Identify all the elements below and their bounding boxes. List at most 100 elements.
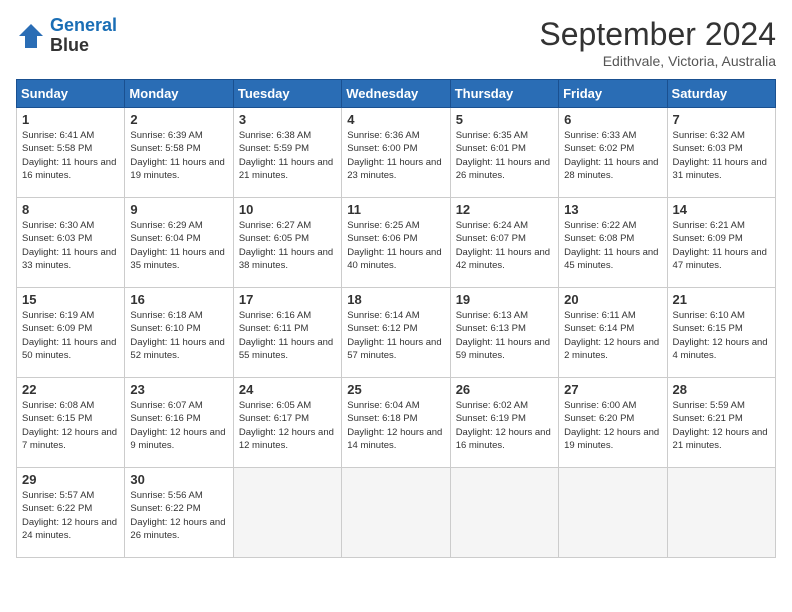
calendar-cell: 20 Sunrise: 6:11 AMSunset: 6:14 PMDaylig… bbox=[559, 288, 667, 378]
calendar-cell: 4 Sunrise: 6:36 AMSunset: 6:00 PMDayligh… bbox=[342, 108, 450, 198]
day-info: Sunrise: 6:21 AMSunset: 6:09 PMDaylight:… bbox=[673, 219, 770, 272]
day-info: Sunrise: 6:08 AMSunset: 6:15 PMDaylight:… bbox=[22, 399, 119, 452]
day-header-saturday: Saturday bbox=[667, 80, 775, 108]
day-info: Sunrise: 6:04 AMSunset: 6:18 PMDaylight:… bbox=[347, 399, 444, 452]
calendar-cell bbox=[667, 468, 775, 558]
calendar-cell: 10 Sunrise: 6:27 AMSunset: 6:05 PMDaylig… bbox=[233, 198, 341, 288]
day-number: 26 bbox=[456, 382, 553, 397]
day-info: Sunrise: 6:05 AMSunset: 6:17 PMDaylight:… bbox=[239, 399, 336, 452]
calendar-cell: 25 Sunrise: 6:04 AMSunset: 6:18 PMDaylig… bbox=[342, 378, 450, 468]
calendar-cell: 30 Sunrise: 5:56 AMSunset: 6:22 PMDaylig… bbox=[125, 468, 233, 558]
day-number: 8 bbox=[22, 202, 119, 217]
page-header: GeneralBlue September 2024 Edithvale, Vi… bbox=[16, 16, 776, 69]
day-info: Sunrise: 6:19 AMSunset: 6:09 PMDaylight:… bbox=[22, 309, 119, 362]
calendar-week-4: 29 Sunrise: 5:57 AMSunset: 6:22 PMDaylig… bbox=[17, 468, 776, 558]
day-header-tuesday: Tuesday bbox=[233, 80, 341, 108]
day-number: 25 bbox=[347, 382, 444, 397]
day-info: Sunrise: 5:56 AMSunset: 6:22 PMDaylight:… bbox=[130, 489, 227, 542]
day-info: Sunrise: 6:30 AMSunset: 6:03 PMDaylight:… bbox=[22, 219, 119, 272]
calendar-cell: 9 Sunrise: 6:29 AMSunset: 6:04 PMDayligh… bbox=[125, 198, 233, 288]
day-number: 15 bbox=[22, 292, 119, 307]
calendar-cell: 18 Sunrise: 6:14 AMSunset: 6:12 PMDaylig… bbox=[342, 288, 450, 378]
day-info: Sunrise: 6:27 AMSunset: 6:05 PMDaylight:… bbox=[239, 219, 336, 272]
calendar-cell: 13 Sunrise: 6:22 AMSunset: 6:08 PMDaylig… bbox=[559, 198, 667, 288]
day-info: Sunrise: 6:36 AMSunset: 6:00 PMDaylight:… bbox=[347, 129, 444, 182]
calendar-cell: 14 Sunrise: 6:21 AMSunset: 6:09 PMDaylig… bbox=[667, 198, 775, 288]
day-info: Sunrise: 6:07 AMSunset: 6:16 PMDaylight:… bbox=[130, 399, 227, 452]
day-info: Sunrise: 6:41 AMSunset: 5:58 PMDaylight:… bbox=[22, 129, 119, 182]
day-number: 27 bbox=[564, 382, 661, 397]
day-number: 9 bbox=[130, 202, 227, 217]
day-info: Sunrise: 6:32 AMSunset: 6:03 PMDaylight:… bbox=[673, 129, 770, 182]
day-number: 23 bbox=[130, 382, 227, 397]
day-number: 1 bbox=[22, 112, 119, 127]
calendar-cell: 23 Sunrise: 6:07 AMSunset: 6:16 PMDaylig… bbox=[125, 378, 233, 468]
calendar-body: 1 Sunrise: 6:41 AMSunset: 5:58 PMDayligh… bbox=[17, 108, 776, 558]
calendar-cell: 24 Sunrise: 6:05 AMSunset: 6:17 PMDaylig… bbox=[233, 378, 341, 468]
day-info: Sunrise: 6:38 AMSunset: 5:59 PMDaylight:… bbox=[239, 129, 336, 182]
day-header-wednesday: Wednesday bbox=[342, 80, 450, 108]
day-info: Sunrise: 6:16 AMSunset: 6:11 PMDaylight:… bbox=[239, 309, 336, 362]
day-number: 13 bbox=[564, 202, 661, 217]
day-number: 4 bbox=[347, 112, 444, 127]
calendar-cell: 11 Sunrise: 6:25 AMSunset: 6:06 PMDaylig… bbox=[342, 198, 450, 288]
day-info: Sunrise: 6:22 AMSunset: 6:08 PMDaylight:… bbox=[564, 219, 661, 272]
day-number: 20 bbox=[564, 292, 661, 307]
calendar-cell: 7 Sunrise: 6:32 AMSunset: 6:03 PMDayligh… bbox=[667, 108, 775, 198]
calendar-week-2: 15 Sunrise: 6:19 AMSunset: 6:09 PMDaylig… bbox=[17, 288, 776, 378]
day-info: Sunrise: 5:57 AMSunset: 6:22 PMDaylight:… bbox=[22, 489, 119, 542]
calendar-cell: 22 Sunrise: 6:08 AMSunset: 6:15 PMDaylig… bbox=[17, 378, 125, 468]
logo-text: GeneralBlue bbox=[50, 16, 117, 56]
calendar-cell: 29 Sunrise: 5:57 AMSunset: 6:22 PMDaylig… bbox=[17, 468, 125, 558]
calendar-cell: 12 Sunrise: 6:24 AMSunset: 6:07 PMDaylig… bbox=[450, 198, 558, 288]
calendar-cell: 3 Sunrise: 6:38 AMSunset: 5:59 PMDayligh… bbox=[233, 108, 341, 198]
day-info: Sunrise: 6:11 AMSunset: 6:14 PMDaylight:… bbox=[564, 309, 661, 362]
calendar-cell bbox=[342, 468, 450, 558]
calendar-week-3: 22 Sunrise: 6:08 AMSunset: 6:15 PMDaylig… bbox=[17, 378, 776, 468]
day-info: Sunrise: 6:13 AMSunset: 6:13 PMDaylight:… bbox=[456, 309, 553, 362]
day-info: Sunrise: 6:29 AMSunset: 6:04 PMDaylight:… bbox=[130, 219, 227, 272]
calendar-cell: 2 Sunrise: 6:39 AMSunset: 5:58 PMDayligh… bbox=[125, 108, 233, 198]
calendar-cell: 1 Sunrise: 6:41 AMSunset: 5:58 PMDayligh… bbox=[17, 108, 125, 198]
day-number: 21 bbox=[673, 292, 770, 307]
day-number: 29 bbox=[22, 472, 119, 487]
calendar-header-row: SundayMondayTuesdayWednesdayThursdayFrid… bbox=[17, 80, 776, 108]
day-number: 12 bbox=[456, 202, 553, 217]
day-header-friday: Friday bbox=[559, 80, 667, 108]
calendar-cell: 17 Sunrise: 6:16 AMSunset: 6:11 PMDaylig… bbox=[233, 288, 341, 378]
day-number: 17 bbox=[239, 292, 336, 307]
day-number: 28 bbox=[673, 382, 770, 397]
logo: GeneralBlue bbox=[16, 16, 117, 56]
day-number: 14 bbox=[673, 202, 770, 217]
day-info: Sunrise: 6:14 AMSunset: 6:12 PMDaylight:… bbox=[347, 309, 444, 362]
day-number: 5 bbox=[456, 112, 553, 127]
day-info: Sunrise: 6:02 AMSunset: 6:19 PMDaylight:… bbox=[456, 399, 553, 452]
day-number: 11 bbox=[347, 202, 444, 217]
day-number: 3 bbox=[239, 112, 336, 127]
calendar-cell: 28 Sunrise: 5:59 AMSunset: 6:21 PMDaylig… bbox=[667, 378, 775, 468]
day-info: Sunrise: 6:00 AMSunset: 6:20 PMDaylight:… bbox=[564, 399, 661, 452]
day-info: Sunrise: 6:18 AMSunset: 6:10 PMDaylight:… bbox=[130, 309, 227, 362]
day-header-thursday: Thursday bbox=[450, 80, 558, 108]
calendar-cell: 19 Sunrise: 6:13 AMSunset: 6:13 PMDaylig… bbox=[450, 288, 558, 378]
calendar-cell bbox=[233, 468, 341, 558]
day-header-sunday: Sunday bbox=[17, 80, 125, 108]
calendar-cell: 8 Sunrise: 6:30 AMSunset: 6:03 PMDayligh… bbox=[17, 198, 125, 288]
day-number: 16 bbox=[130, 292, 227, 307]
day-number: 2 bbox=[130, 112, 227, 127]
day-info: Sunrise: 6:35 AMSunset: 6:01 PMDaylight:… bbox=[456, 129, 553, 182]
calendar-week-0: 1 Sunrise: 6:41 AMSunset: 5:58 PMDayligh… bbox=[17, 108, 776, 198]
calendar-cell: 6 Sunrise: 6:33 AMSunset: 6:02 PMDayligh… bbox=[559, 108, 667, 198]
calendar-cell bbox=[559, 468, 667, 558]
day-info: Sunrise: 5:59 AMSunset: 6:21 PMDaylight:… bbox=[673, 399, 770, 452]
day-number: 18 bbox=[347, 292, 444, 307]
calendar-cell: 21 Sunrise: 6:10 AMSunset: 6:15 PMDaylig… bbox=[667, 288, 775, 378]
day-number: 6 bbox=[564, 112, 661, 127]
day-info: Sunrise: 6:10 AMSunset: 6:15 PMDaylight:… bbox=[673, 309, 770, 362]
day-number: 7 bbox=[673, 112, 770, 127]
calendar-cell bbox=[450, 468, 558, 558]
calendar-cell: 15 Sunrise: 6:19 AMSunset: 6:09 PMDaylig… bbox=[17, 288, 125, 378]
day-header-monday: Monday bbox=[125, 80, 233, 108]
day-number: 22 bbox=[22, 382, 119, 397]
day-number: 10 bbox=[239, 202, 336, 217]
